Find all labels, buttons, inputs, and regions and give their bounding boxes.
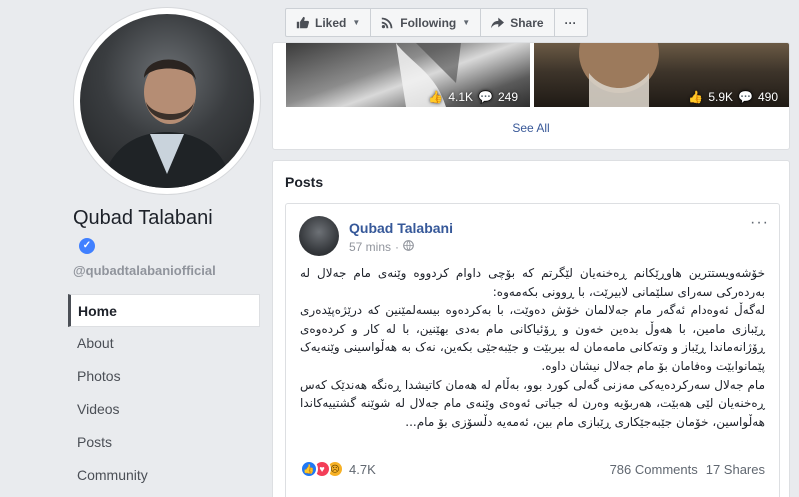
profile-picture[interactable] [80, 14, 254, 188]
liked-label: Liked [315, 15, 347, 30]
share-arrow-icon [491, 16, 505, 29]
thumbs-up-icon: 👍 [428, 90, 444, 104]
page-nav: Home About Photos Videos Posts Community [68, 294, 260, 492]
following-button[interactable]: Following ▼ [370, 8, 482, 37]
liked-button[interactable]: Liked ▼ [285, 8, 372, 37]
post-paragraph: خۆشەویستترین هاوڕێکانم ڕەخنەیان لێگرتم ک… [300, 266, 765, 299]
photos-card: 👍 4.1K 💬 249 👍 5.9K 💬 490 See All [272, 42, 790, 150]
thumbs-up-icon [296, 16, 309, 29]
page-action-bar: Liked ▼ Following ▼ Share ··· [285, 8, 588, 37]
post-timestamp[interactable]: 57 mins [349, 240, 391, 254]
rss-icon [381, 16, 394, 29]
nav-item-photos[interactable]: Photos [68, 360, 260, 393]
share-button[interactable]: Share [480, 8, 555, 37]
globe-icon[interactable] [403, 240, 414, 254]
photo-stats: 👍 5.9K 💬 490 [688, 90, 778, 104]
see-all-link[interactable]: See All [273, 121, 789, 135]
post-meta: 57 mins · [349, 240, 414, 254]
photo-stats: 👍 4.1K 💬 249 [428, 90, 518, 104]
shares-count-link[interactable]: 17 Shares [706, 462, 765, 477]
separator-dot: · [395, 240, 400, 254]
post-footer: 👍 ♥ ☹ 4.7K 786 Comments 17 Shares [300, 460, 765, 478]
nav-item-about[interactable]: About [68, 327, 260, 360]
post-engagement: 786 Comments 17 Shares [610, 462, 765, 477]
post-author-avatar[interactable] [299, 216, 339, 256]
post-author-name[interactable]: Qubad Talabani [349, 220, 453, 236]
post-paragraph: مام جەلال سەرکردەیەکی مەزنی گەلی کورد بو… [300, 377, 765, 429]
post: Qubad Talabani 57 mins · ··· خۆشەویستتری… [285, 203, 780, 497]
share-label: Share [510, 15, 544, 30]
photo-likes: 4.1K [448, 90, 474, 104]
chevron-down-icon: ▼ [462, 18, 471, 27]
nav-item-videos[interactable]: Videos [68, 393, 260, 426]
photo-thumbnail[interactable]: 👍 4.1K 💬 249 [286, 43, 530, 107]
reactions-count: 4.7K [349, 461, 376, 477]
following-label: Following [400, 15, 457, 30]
comment-icon: 💬 [478, 90, 493, 104]
photo-thumbnail[interactable]: 👍 5.9K 💬 490 [534, 43, 789, 107]
verified-badge-icon: ✓ [79, 238, 95, 254]
posts-card: Posts Qubad Talabani 57 mins · ··· خۆشەو… [272, 160, 790, 497]
posts-heading: Posts [285, 174, 324, 190]
more-dots-icon: ··· [564, 15, 577, 30]
comments-count-link[interactable]: 786 Comments [610, 462, 698, 477]
chevron-down-icon: ▼ [352, 18, 361, 27]
post-text: خۆشەویستترین هاوڕێکانم ڕەخنەیان لێگرتم ک… [300, 264, 765, 431]
more-options-button[interactable]: ··· [553, 8, 588, 37]
nav-item-posts[interactable]: Posts [68, 426, 260, 459]
nav-item-community[interactable]: Community [68, 459, 260, 492]
like-reaction-icon: 👍 [300, 460, 318, 478]
post-paragraph: لەگەڵ ئەوەدام ئەگەر مام جەلالمان خۆش دەو… [300, 303, 765, 373]
comment-icon: 💬 [738, 90, 753, 104]
profile-picture-frame[interactable] [74, 8, 260, 194]
profile-handle[interactable]: @qubadtalabaniofficial [73, 263, 216, 278]
thumbs-up-icon: 👍 [688, 90, 704, 104]
reactions-summary[interactable]: 👍 ♥ ☹ 4.7K [300, 460, 376, 478]
profile-name[interactable]: Qubad Talabani [73, 207, 213, 230]
photo-comments: 249 [497, 90, 518, 104]
nav-item-home[interactable]: Home [68, 294, 260, 327]
profile-photo-illustration [100, 59, 234, 188]
post-options-button[interactable]: ··· [750, 214, 769, 232]
photo-comments: 490 [757, 90, 778, 104]
photo-likes: 5.9K [708, 90, 734, 104]
